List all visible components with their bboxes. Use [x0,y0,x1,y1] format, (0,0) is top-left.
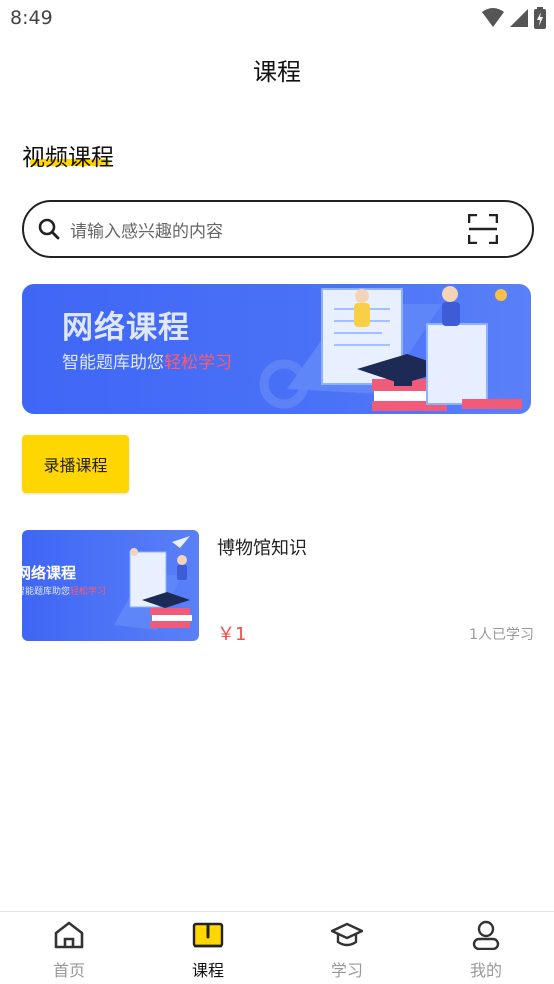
tab-home[interactable]: 首页 [19,912,119,984]
search-input[interactable]: 请输入感兴趣的内容 [22,200,534,258]
scan-icon[interactable] [468,214,498,244]
bottom-tab-bar: 首页 课程 学习 我的 [0,911,554,984]
page-title: 课程 [253,58,301,86]
list-item[interactable]: 网络课程 智能题库助您轻松学习 博物馆知识 ￥1 1人已学习 [22,530,534,645]
course-thumbnail: 网络课程 智能题库助您轻松学习 [22,530,199,641]
wifi-icon [482,8,504,27]
graduation-cap-icon [331,922,363,947]
tab-home-label: 首页 [52,961,85,980]
tab-profile-label: 我的 [469,961,502,980]
user-icon [472,920,500,950]
home-icon [54,921,84,949]
status-icons [482,7,546,29]
signal-icon [510,9,528,27]
tab-courses[interactable]: 课程 [158,912,258,984]
course-name: 博物馆知识 [217,538,307,559]
category-button-recorded[interactable]: 录播课程 [22,435,129,493]
tab-courses-label: 课程 [191,961,224,980]
tab-profile[interactable]: 我的 [436,912,536,984]
search-placeholder: 请输入感兴趣的内容 [70,221,223,242]
thumb-illustration [114,536,192,630]
status-bar: 8:49 [0,0,554,38]
section-title: 视频课程 [22,138,114,172]
search-icon [38,218,60,240]
battery-icon [534,7,546,29]
tab-study[interactable]: 学习 [297,912,397,984]
course-price: ￥1 [217,624,247,645]
course-learners: 1人已学习 [469,627,534,643]
section-title-text: 视频课程 [22,145,114,171]
promo-banner[interactable]: 网络课程 智能题库助您轻松学习 [22,284,531,414]
book-icon [192,922,224,948]
status-time: 8:49 [10,7,53,29]
tab-study-label: 学习 [330,961,363,980]
banner-illustration [259,286,522,411]
